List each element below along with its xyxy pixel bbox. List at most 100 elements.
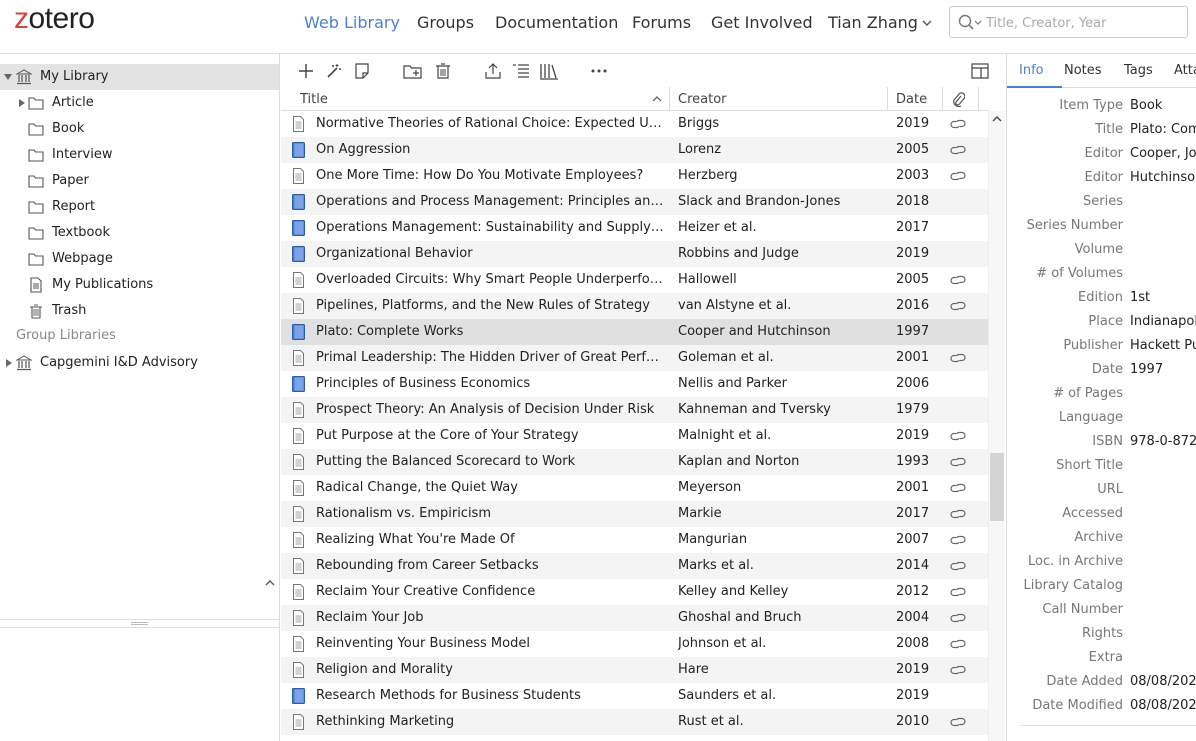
field-value[interactable]: Hackett Pub [1130,338,1196,353]
sidebar-item-webpage[interactable]: Webpage [0,246,279,272]
scroll-up-icon[interactable] [992,115,1002,123]
pane-splitter[interactable] [0,619,279,628]
table-row[interactable]: Reinventing Your Business Model Johnson e… [281,631,988,657]
search-input[interactable] [986,13,1181,33]
link-attachment-icon[interactable] [950,351,966,365]
link-attachment-icon[interactable] [950,117,966,131]
table-row[interactable]: Putting the Balanced Scorecard to Work Ka… [281,449,988,475]
add-to-collection-icon[interactable] [403,61,423,81]
table-row[interactable]: Rebounding from Career Setbacks Marks et … [281,553,988,579]
sidebar-item-interview[interactable]: Interview [0,142,279,168]
link-attachment-icon[interactable] [950,715,966,729]
field-value[interactable]: 08/08/2020 [1130,674,1196,689]
nav-documentation[interactable]: Documentation [495,13,618,32]
table-row[interactable]: Overloaded Circuits: Why Smart People Un… [281,267,988,293]
collapse-triangle-icon[interactable] [18,99,26,107]
sidebar-item-book[interactable]: Book [0,116,279,142]
table-row[interactable]: Realizing What You're Made Of Mangurian 20… [281,527,988,553]
search-box[interactable] [949,6,1188,38]
attachment-column-icon[interactable] [951,91,965,107]
zotero-logo[interactable]: zotero [14,2,95,36]
field-value[interactable]: Cooper, Joh [1130,146,1196,161]
table-row[interactable]: Pipelines, Platforms, and the New Rules … [281,293,988,319]
export-icon[interactable] [483,61,503,81]
create-bibliography-icon[interactable] [511,61,531,81]
chevron-up-icon[interactable] [264,578,276,588]
sidebar-item-textbook[interactable]: Textbook [0,220,279,246]
table-row[interactable]: Research Methods for Business Students Sa… [281,683,988,709]
group-library-row[interactable]: Capgemini I&D Advisory [0,350,279,376]
tab-info[interactable]: Info [1019,63,1044,78]
field-value[interactable]: 1st [1130,290,1150,305]
link-attachment-icon[interactable] [950,273,966,287]
link-attachment-icon[interactable] [950,585,966,599]
sidebar-item-paper[interactable]: Paper [0,168,279,194]
sidebar-item-report[interactable]: Report [0,194,279,220]
tab-tags[interactable]: Tags [1124,63,1153,78]
link-attachment-icon[interactable] [950,533,966,547]
link-attachment-icon[interactable] [950,637,966,651]
add-by-identifier-icon[interactable] [324,61,344,81]
table-row[interactable]: Plato: Complete Works Cooper and Hutchins… [281,319,988,345]
table-row[interactable]: Put Purpose at the Core of Your Strategy… [281,423,988,449]
link-attachment-icon[interactable] [950,559,966,573]
column-date[interactable]: Date [896,92,927,107]
library-lookup-icon[interactable] [539,61,559,81]
field-value[interactable]: Indianapolis [1130,314,1196,329]
link-attachment-icon[interactable] [950,481,966,495]
table-row[interactable]: Operations Management: Sustainability an… [281,215,988,241]
table-row[interactable]: Radical Change, the Quiet Way Meyerson 200… [281,475,988,501]
trash-icon[interactable] [433,61,453,81]
items-scrollbar[interactable] [988,111,1005,741]
link-attachment-icon[interactable] [950,611,966,625]
nav-web-library[interactable]: Web Library [304,13,400,32]
table-row[interactable]: Rationalism vs. Empiricism Markie 2017 [281,501,988,527]
table-row[interactable]: Religion and Morality Hare 2019 [281,657,988,683]
table-row[interactable]: Prospect Theory: An Analysis of Decision… [281,397,988,423]
field-value[interactable]: 08/08/2020 [1130,698,1196,713]
tab-attachments[interactable]: Atta [1174,63,1196,78]
table-row[interactable]: Reclaim Your Creative Confidence Kelley a… [281,579,988,605]
field-value[interactable]: 1997 [1130,362,1163,377]
link-attachment-icon[interactable] [950,663,966,677]
scrollbar-thumb[interactable] [990,453,1004,521]
table-row[interactable]: One More Time: How Do You Motivate Emplo… [281,163,988,189]
table-row[interactable]: Operations and Process Management: Princ… [281,189,988,215]
table-row[interactable]: Reclaim Your Job Ghoshal and Bruch 2004 [281,605,988,631]
nav-forums[interactable]: Forums [632,13,691,32]
my-library-row[interactable]: My Library [0,64,279,90]
sort-ascending-icon[interactable] [652,95,662,102]
nav-get-involved[interactable]: Get Involved [711,13,813,32]
field-value[interactable]: 978-0-8722 [1130,434,1196,449]
field-value[interactable]: Book [1130,98,1162,113]
link-attachment-icon[interactable] [950,507,966,521]
nav-groups[interactable]: Groups [417,13,474,32]
user-menu[interactable]: Tian Zhang [828,13,932,32]
table-row[interactable]: Organizational Behavior Robbins and Judge… [281,241,988,267]
link-attachment-icon[interactable] [950,169,966,183]
toggle-pane-icon[interactable] [970,61,990,81]
sidebar-item-trash[interactable]: Trash [0,298,279,324]
column-title[interactable]: Title [300,92,328,107]
table-row[interactable]: Primal Leadership: The Hidden Driver of … [281,345,988,371]
table-row[interactable]: Normative Theories of Rational Choice: E… [281,111,988,137]
field-value[interactable]: Plato: Comp [1130,122,1196,137]
sidebar-item-article[interactable]: Article [0,90,279,116]
more-actions-icon[interactable] [589,61,609,81]
table-row[interactable]: On Aggression Lorenz 2005 [281,137,988,163]
collapse-triangle-icon[interactable] [5,359,13,367]
new-note-icon[interactable] [352,61,372,81]
table-row[interactable]: Principles of Business Economics Nellis a… [281,371,988,397]
link-attachment-icon[interactable] [950,143,966,157]
field-value[interactable]: Hutchinson, [1130,170,1196,185]
link-attachment-icon[interactable] [950,429,966,443]
link-attachment-icon[interactable] [950,299,966,313]
new-item-icon[interactable] [296,61,316,81]
expand-triangle-icon[interactable] [4,73,12,81]
table-row[interactable]: Rethinking Marketing Rust et al. 2010 [281,709,988,735]
tab-notes[interactable]: Notes [1064,63,1102,78]
document-icon [293,714,304,730]
sidebar-item-my-publications[interactable]: My Publications [0,272,279,298]
column-creator[interactable]: Creator [678,92,727,107]
link-attachment-icon[interactable] [950,455,966,469]
